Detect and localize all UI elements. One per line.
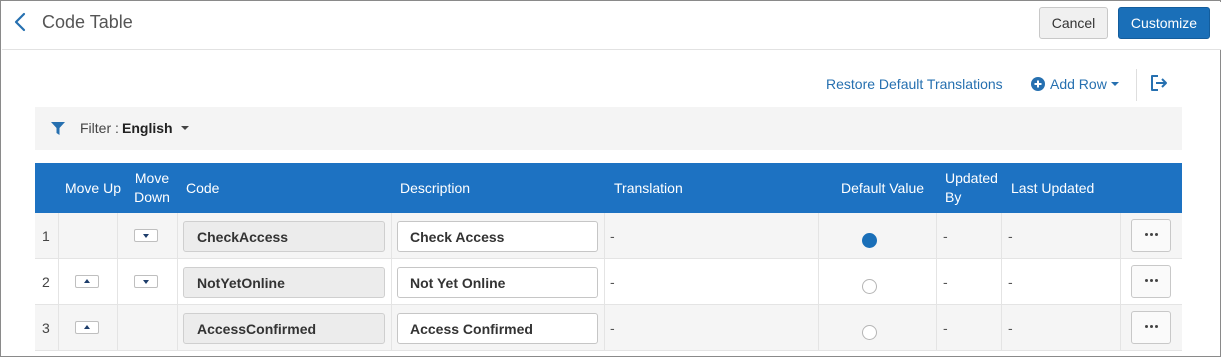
move-down-button[interactable] [134, 229, 158, 242]
row-actions-button[interactable] [1131, 219, 1171, 252]
translation-value: - [610, 320, 615, 336]
column-move-down: Move Down [134, 170, 170, 205]
row-number: 1 [42, 228, 50, 244]
default-value-radio[interactable] [862, 325, 877, 340]
chevron-left-icon[interactable] [12, 12, 30, 32]
move-up-button[interactable] [75, 321, 99, 334]
column-last-updated: Last Updated [1011, 179, 1095, 196]
row-actions-button[interactable] [1131, 265, 1171, 298]
chevron-down-icon [1110, 82, 1119, 86]
description-input[interactable] [397, 221, 598, 252]
default-value-radio[interactable] [862, 279, 877, 294]
column-move-up: Move Up [64, 179, 122, 196]
add-row-label: Add Row [1050, 76, 1107, 92]
filter-icon [51, 122, 65, 135]
filter-bar: Filter : English [35, 107, 1182, 150]
filter-label: Filter : [80, 120, 119, 136]
column-code: Code [186, 179, 220, 196]
app-window: Code Table Cancel Customize Restore Defa… [0, 0, 1221, 357]
triangle-down-icon [143, 234, 149, 238]
add-row-button[interactable]: Add Row [1031, 76, 1119, 92]
cancel-button[interactable]: Cancel [1039, 7, 1108, 39]
default-value-radio[interactable] [862, 233, 877, 248]
customize-button[interactable]: Customize [1118, 7, 1210, 39]
column-translation: Translation [614, 179, 683, 196]
ellipsis-icon [1145, 233, 1158, 236]
chevron-down-icon [180, 126, 189, 130]
code-field: AccessConfirmed [183, 313, 385, 344]
column-updated-by: Updated By [945, 170, 998, 205]
page-title: Code Table [42, 12, 133, 32]
move-down-button[interactable] [134, 275, 158, 288]
table-header: Move Up Move Down Code Description Trans… [35, 163, 1182, 213]
updated-by-value: - [943, 320, 948, 336]
code-field: CheckAccess [183, 221, 385, 252]
updated-by-value: - [943, 274, 948, 290]
last-updated-value: - [1008, 228, 1013, 244]
page-header: Code Table Cancel Customize [2, 2, 1221, 50]
description-input[interactable] [397, 313, 598, 344]
export-icon[interactable] [1150, 75, 1168, 91]
row-actions-button[interactable] [1131, 311, 1171, 344]
row-number: 3 [42, 320, 50, 336]
toolbar-divider [1136, 69, 1137, 101]
plus-circle-icon [1031, 77, 1045, 91]
column-default-value: Default Value [841, 179, 925, 196]
table-row: 1 CheckAccess - - - [35, 213, 1182, 259]
move-up-button[interactable] [75, 275, 99, 288]
row-number: 2 [42, 274, 50, 290]
filter-value: English [122, 120, 173, 136]
translation-value: - [610, 228, 615, 244]
translation-value: - [610, 274, 615, 290]
last-updated-value: - [1008, 320, 1013, 336]
code-field: NotYetOnline [183, 267, 385, 298]
language-filter-dropdown[interactable]: English [122, 120, 189, 136]
triangle-up-icon [84, 279, 90, 283]
last-updated-value: - [1008, 274, 1013, 290]
triangle-down-icon [143, 280, 149, 284]
ellipsis-icon [1145, 279, 1158, 282]
table-row: 3 AccessConfirmed - - - [35, 305, 1182, 351]
ellipsis-icon [1145, 325, 1158, 328]
updated-by-value: - [943, 228, 948, 244]
restore-default-translations-link[interactable]: Restore Default Translations [826, 76, 1003, 92]
table-row: 2 NotYetOnline - - - [35, 259, 1182, 305]
triangle-up-icon [84, 325, 90, 329]
column-description: Description [400, 179, 471, 196]
description-input[interactable] [397, 267, 598, 298]
